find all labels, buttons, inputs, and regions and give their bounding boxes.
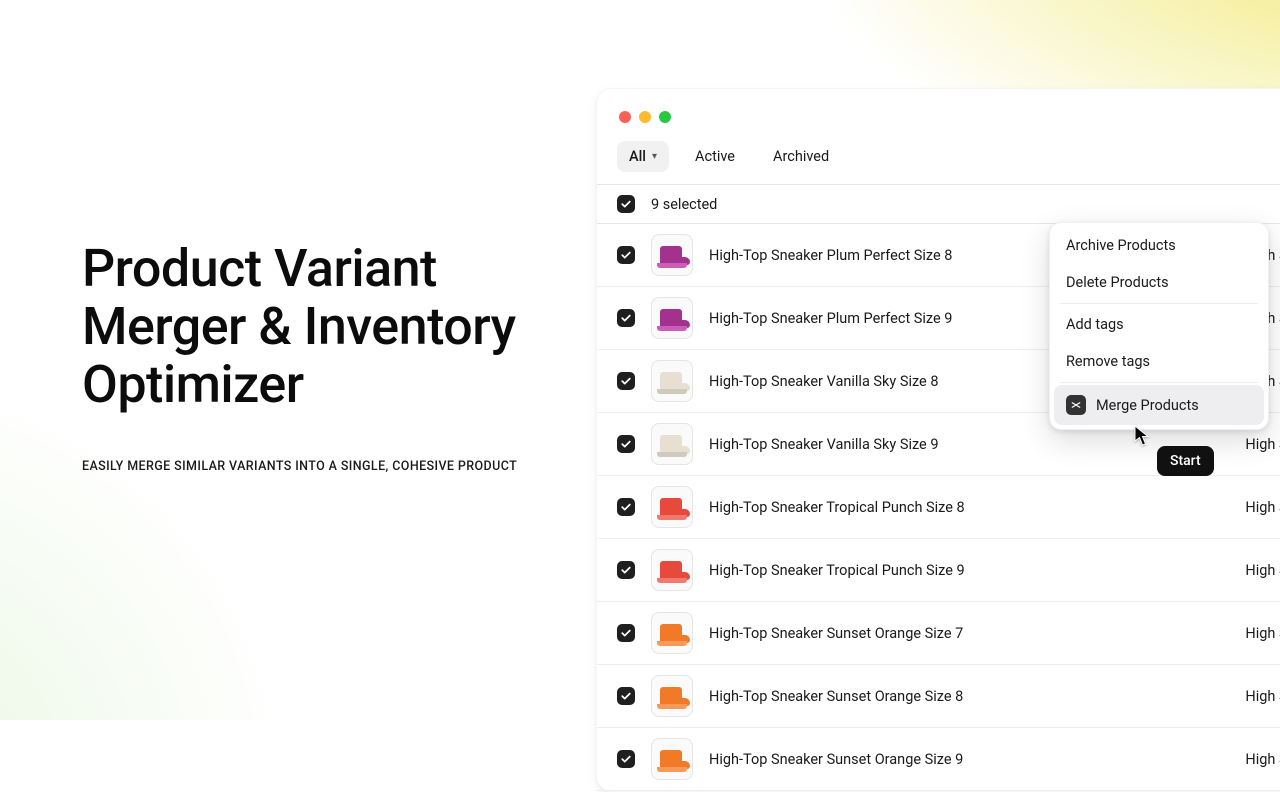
check-icon bbox=[620, 501, 632, 513]
menu-merge-products[interactable]: Merge Products bbox=[1054, 385, 1264, 425]
menu-item-label: Remove tags bbox=[1066, 353, 1150, 370]
menu-item-label: Add tags bbox=[1066, 316, 1124, 333]
menu-delete-products[interactable]: Delete Products bbox=[1054, 264, 1264, 301]
sneaker-icon bbox=[657, 242, 687, 268]
product-thumbnail bbox=[651, 549, 693, 591]
sneaker-icon bbox=[657, 746, 687, 772]
table-row[interactable]: High-Top Sneaker Tropical Punch Size 8 Hi… bbox=[597, 476, 1280, 539]
sneaker-icon bbox=[657, 368, 687, 394]
product-thumbnail bbox=[651, 423, 693, 465]
menu-remove-tags[interactable]: Remove tags bbox=[1054, 343, 1264, 380]
product-name: High-Top Sneaker Tropical Punch Size 8 bbox=[709, 499, 1229, 516]
menu-item-label: Merge Products bbox=[1096, 397, 1199, 414]
check-icon bbox=[620, 312, 632, 324]
product-type: High Sneaker bbox=[1245, 688, 1280, 705]
start-tooltip: Start bbox=[1157, 446, 1214, 476]
chevron-down-icon: ▾ bbox=[652, 151, 657, 162]
filter-tabs: All ▾ Active Archived bbox=[597, 133, 1280, 185]
product-thumbnail bbox=[651, 360, 693, 402]
product-name: High-Top Sneaker Sunset Orange Size 7 bbox=[709, 625, 1229, 642]
check-icon bbox=[620, 564, 632, 576]
check-icon bbox=[620, 375, 632, 387]
merge-icon bbox=[1066, 395, 1086, 415]
page-subtitle: EASILY MERGE SIMILAR VARIANTS INTO A SIN… bbox=[82, 459, 562, 474]
product-type: High Sneaker bbox=[1245, 625, 1280, 642]
product-type: High Sneaker bbox=[1245, 499, 1280, 516]
cursor-icon bbox=[1134, 425, 1152, 451]
row-checkbox[interactable] bbox=[617, 372, 635, 390]
window-traffic-lights bbox=[597, 89, 1280, 133]
sneaker-icon bbox=[657, 557, 687, 583]
row-checkbox[interactable] bbox=[617, 435, 635, 453]
select-all-checkbox[interactable] bbox=[617, 195, 635, 213]
sneaker-icon bbox=[657, 431, 687, 457]
menu-add-tags[interactable]: Add tags bbox=[1054, 306, 1264, 343]
sneaker-icon bbox=[657, 620, 687, 646]
row-checkbox[interactable] bbox=[617, 624, 635, 642]
row-checkbox[interactable] bbox=[617, 498, 635, 516]
product-type: High Sneaker bbox=[1245, 436, 1280, 453]
product-thumbnail bbox=[651, 486, 693, 528]
product-name: High-Top Sneaker Tropical Punch Size 9 bbox=[709, 562, 1229, 579]
tab-archived-label: Archived bbox=[773, 148, 829, 165]
product-thumbnail bbox=[651, 234, 693, 276]
sneaker-icon bbox=[657, 494, 687, 520]
menu-archive-products[interactable]: Archive Products bbox=[1054, 227, 1264, 264]
product-name: High-Top Sneaker Sunset Orange Size 8 bbox=[709, 688, 1229, 705]
row-checkbox[interactable] bbox=[617, 561, 635, 579]
selection-count: 9 selected bbox=[651, 196, 717, 213]
product-type: High Sneaker bbox=[1245, 562, 1280, 579]
menu-item-label: Delete Products bbox=[1066, 274, 1169, 291]
row-checkbox[interactable] bbox=[617, 687, 635, 705]
check-icon bbox=[620, 627, 632, 639]
row-checkbox[interactable] bbox=[617, 750, 635, 768]
product-name: High-Top Sneaker Sunset Orange Size 9 bbox=[709, 751, 1229, 768]
check-icon bbox=[620, 753, 632, 765]
maximize-window-button[interactable] bbox=[659, 111, 671, 123]
minimize-window-button[interactable] bbox=[639, 111, 651, 123]
product-thumbnail bbox=[651, 675, 693, 717]
tab-archived[interactable]: Archived bbox=[761, 141, 841, 172]
menu-separator bbox=[1060, 382, 1258, 383]
tab-all-label: All bbox=[629, 148, 646, 165]
product-type: High Sneaker bbox=[1245, 751, 1280, 768]
menu-separator bbox=[1060, 303, 1258, 304]
check-icon bbox=[620, 690, 632, 702]
product-thumbnail bbox=[651, 297, 693, 339]
row-checkbox[interactable] bbox=[617, 246, 635, 264]
page-title: Product Variant Merger & Inventory Optim… bbox=[82, 240, 562, 415]
table-row[interactable]: High-Top Sneaker Sunset Orange Size 7 Hig… bbox=[597, 602, 1280, 665]
selection-header: 9 selected bbox=[597, 185, 1280, 224]
tab-all[interactable]: All ▾ bbox=[617, 141, 669, 172]
close-window-button[interactable] bbox=[619, 111, 631, 123]
menu-item-label: Archive Products bbox=[1066, 237, 1176, 254]
table-row[interactable]: High-Top Sneaker Sunset Orange Size 9 Hig… bbox=[597, 728, 1280, 791]
hero-text: Product Variant Merger & Inventory Optim… bbox=[82, 240, 562, 474]
app-window: All ▾ Active Archived 9 selected High-To… bbox=[596, 88, 1280, 792]
check-icon bbox=[620, 249, 632, 261]
sneaker-icon bbox=[657, 683, 687, 709]
tab-active[interactable]: Active bbox=[683, 141, 747, 172]
sneaker-icon bbox=[657, 305, 687, 331]
product-thumbnail bbox=[651, 612, 693, 654]
product-thumbnail bbox=[651, 738, 693, 780]
tooltip-label: Start bbox=[1170, 453, 1201, 469]
table-row[interactable]: High-Top Sneaker Sunset Orange Size 8 Hig… bbox=[597, 665, 1280, 728]
tab-active-label: Active bbox=[695, 148, 735, 165]
bulk-actions-menu: Archive Products Delete Products Add tag… bbox=[1049, 222, 1269, 430]
check-icon bbox=[620, 438, 632, 450]
row-checkbox[interactable] bbox=[617, 309, 635, 327]
check-icon bbox=[620, 198, 632, 210]
table-row[interactable]: High-Top Sneaker Tropical Punch Size 9 Hi… bbox=[597, 539, 1280, 602]
